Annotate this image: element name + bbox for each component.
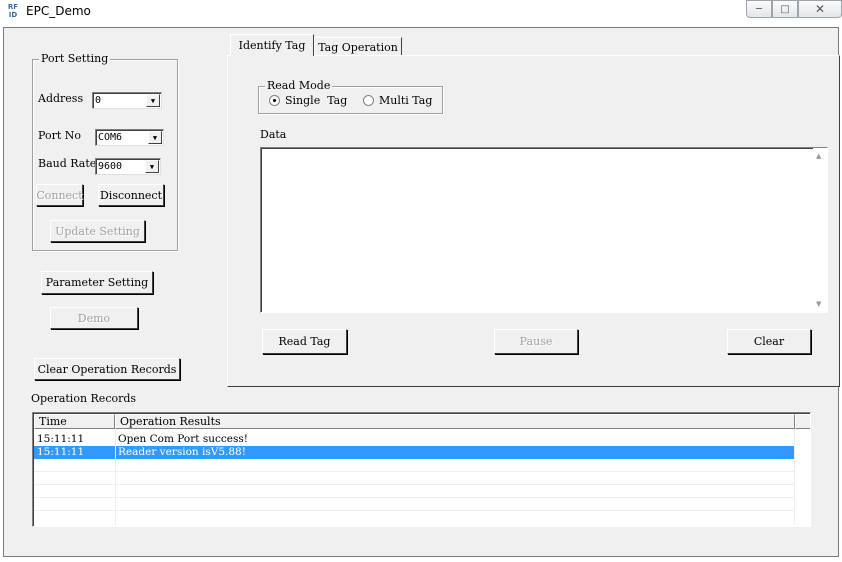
- maximize-button[interactable]: □: [772, 0, 798, 18]
- grid-line: [34, 510, 794, 511]
- client-area: Port Setting Address 0 ▼ Port No COM6 ▼ …: [3, 27, 840, 557]
- list-header: Time Operation Results: [34, 414, 810, 429]
- tab-tag-operation[interactable]: Tag Operation: [314, 37, 402, 57]
- radio-unchecked-icon: [363, 95, 374, 106]
- window-controls: ─ □ ✕: [746, 0, 842, 19]
- chevron-down-icon[interactable]: ▼: [148, 131, 162, 144]
- connect-button[interactable]: Connect: [36, 184, 83, 206]
- read-tag-button[interactable]: Read Tag: [262, 329, 347, 354]
- parameter-setting-button[interactable]: Parameter Setting: [41, 271, 153, 294]
- close-icon: ✕: [814, 2, 826, 16]
- grid-line: [34, 497, 794, 498]
- row-time: 15:11:11: [37, 433, 85, 445]
- single-tag-radio[interactable]: Single Tag: [269, 94, 347, 107]
- clear-data-button[interactable]: Clear: [727, 329, 811, 354]
- row-result: Reader version isV5.88!: [118, 446, 246, 458]
- demo-button[interactable]: Demo: [50, 307, 138, 329]
- disconnect-button[interactable]: Disconnect: [98, 184, 164, 206]
- title-bar: RF ID EPC_Demo ─ □ ✕: [0, 0, 842, 25]
- data-label: Data: [260, 128, 287, 141]
- minimize-icon: ─: [755, 3, 763, 15]
- pause-button[interactable]: Pause: [494, 329, 578, 354]
- scroll-down-icon[interactable]: ▼: [816, 300, 821, 308]
- address-label: Address: [38, 92, 84, 105]
- minimize-button[interactable]: ─: [746, 0, 772, 18]
- scroll-up-icon[interactable]: ▲: [816, 152, 821, 160]
- multi-tag-label: Multi Tag: [379, 94, 433, 107]
- column-header-filler: [795, 414, 810, 429]
- clear-operation-records-button[interactable]: Clear Operation Records: [34, 358, 180, 380]
- radio-checked-icon: [269, 95, 280, 106]
- address-value: 0: [95, 95, 102, 106]
- port-no-value: COM6: [98, 132, 123, 143]
- rfid-app-icon: RF ID: [7, 3, 19, 19]
- address-combo[interactable]: 0 ▼: [92, 92, 162, 109]
- row-result: Open Com Port success!: [118, 433, 248, 445]
- grid-line: [34, 471, 794, 472]
- maximize-icon: □: [780, 3, 790, 15]
- list-item[interactable]: 15:11:11 Open Com Port success!: [34, 433, 794, 446]
- column-header-results[interactable]: Operation Results: [115, 414, 795, 429]
- grid-column-line: [115, 429, 116, 525]
- row-time: 15:11:11: [37, 446, 85, 458]
- operation-records-list[interactable]: Time Operation Results 15:11:11 Open Com…: [32, 412, 811, 527]
- chevron-down-icon[interactable]: ▼: [146, 94, 160, 107]
- baud-rate-combo[interactable]: 9600 ▼: [95, 158, 161, 175]
- single-tag-label: Single Tag: [285, 94, 348, 107]
- port-setting-title: Port Setting: [39, 52, 111, 65]
- data-scrollbar[interactable]: ▲ ▼: [813, 148, 827, 312]
- multi-tag-radio[interactable]: Multi Tag: [363, 94, 432, 107]
- baud-rate-value: 9600: [98, 161, 123, 172]
- data-textarea[interactable]: ▲ ▼: [260, 147, 828, 313]
- update-setting-button[interactable]: Update Setting: [50, 220, 145, 242]
- close-button[interactable]: ✕: [798, 0, 842, 18]
- chevron-down-icon[interactable]: ▼: [145, 160, 159, 173]
- tab-identify-tag[interactable]: Identify Tag: [230, 34, 314, 56]
- port-no-label: Port No: [38, 129, 82, 142]
- operation-records-label: Operation Records: [31, 392, 137, 405]
- window-title: EPC_Demo: [26, 4, 91, 18]
- port-no-combo[interactable]: COM6 ▼: [95, 129, 164, 146]
- list-item-selected[interactable]: 15:11:11 Reader version isV5.88!: [34, 446, 794, 459]
- baud-rate-label: Baud Rate: [38, 157, 97, 170]
- grid-column-line: [794, 429, 795, 525]
- column-header-time[interactable]: Time: [34, 414, 115, 429]
- read-mode-title: Read Mode: [265, 79, 333, 92]
- grid-line: [34, 484, 794, 485]
